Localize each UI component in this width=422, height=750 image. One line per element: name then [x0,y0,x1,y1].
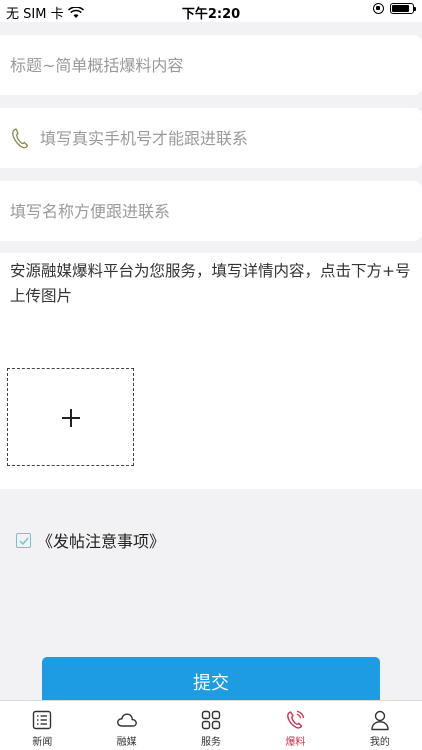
content-placeholder[interactable]: 安源融媒爆料平台为您服务，填写详情内容，点击下方+号上传图片 [10,259,415,309]
tab-media[interactable]: 融媒 [84,701,168,750]
battery-icon [390,3,416,14]
tab-report[interactable]: 爆料 [253,701,337,750]
tab-service-label: 服务 [201,737,222,748]
orientation-lock-icon [373,3,384,14]
tab-news[interactable]: 新闻 [0,701,84,750]
tab-mine[interactable]: 我的 [338,701,422,750]
status-right [373,3,416,14]
phone-icon [12,128,29,149]
agreement-checkbox[interactable] [16,532,31,548]
phone-call-icon [287,710,305,729]
name-field-container [0,181,422,241]
content-area[interactable]: 安源融媒爆料平台为您服务，填写详情内容，点击下方+号上传图片 [0,253,422,489]
title-input[interactable] [10,35,410,95]
grid-icon [201,710,221,730]
tab-media-label: 融媒 [116,737,137,748]
status-time: 下午2:20 [181,7,241,22]
news-icon [33,710,52,730]
image-upload-button[interactable] [7,368,134,466]
tab-news-label: 新闻 [32,737,53,748]
name-input[interactable] [10,181,410,241]
phone-input[interactable] [40,108,410,168]
check-icon [19,537,29,545]
phone-field-container [0,108,422,168]
title-field-container [0,35,422,95]
battery-level [392,5,409,12]
agreement-link[interactable]: 《发帖注意事项》 [37,528,165,552]
tab-service[interactable]: 服务 [169,701,253,750]
tab-mine-label: 我的 [369,737,390,748]
cloud-icon [116,713,137,727]
agreement-row[interactable]: 《发帖注意事项》 [16,528,165,552]
tab-report-label: 爆料 [285,737,306,748]
tab-bar: 新闻 融媒 服务 爆料 我的 [0,700,422,750]
status-bar: 无 SIM 卡 下午2:20 [0,0,422,22]
user-icon [371,710,389,731]
